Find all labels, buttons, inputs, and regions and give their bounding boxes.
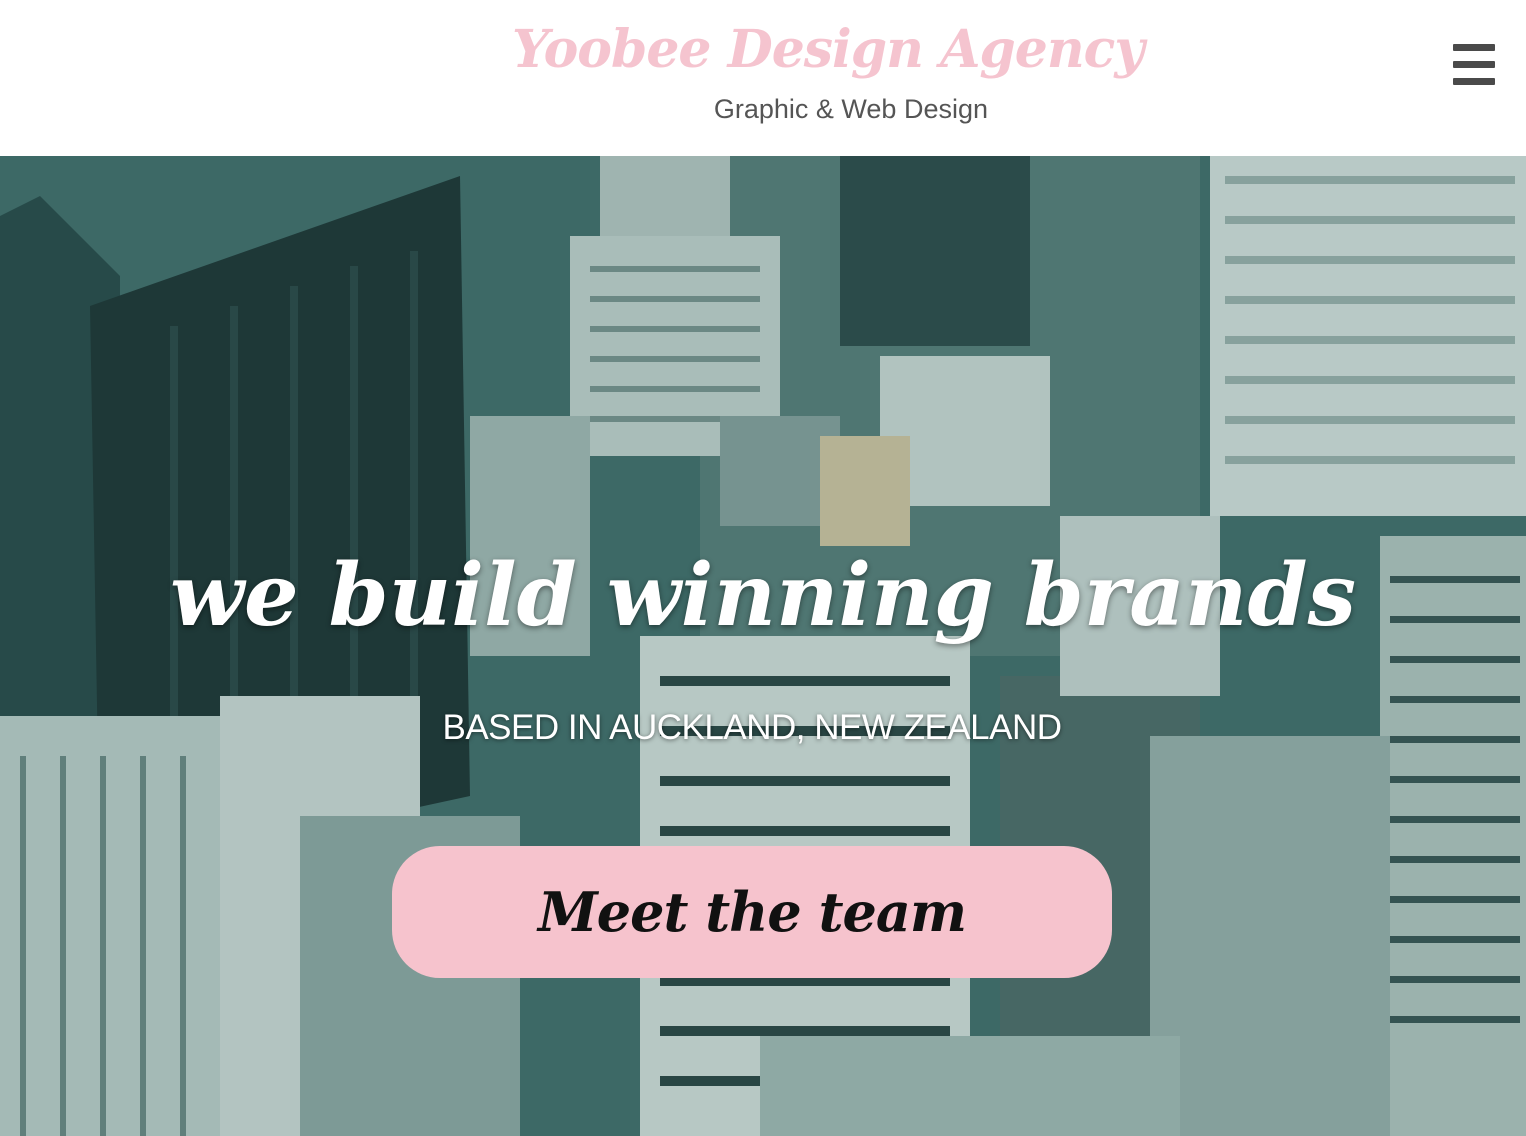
brand-name: Yoobee Design Agency [512,19,1145,80]
meet-the-team-button[interactable]: Meet the team [392,846,1112,978]
menu-bar-middle [1453,61,1495,68]
hero-subheadline: BASED IN AUCKLAND, NEW ZEALAND [442,708,1062,747]
brand-tagline: Graphic & Web Design [713,94,988,124]
hero-section: we build winning brands BASED IN AUCKLAN… [0,156,1526,1136]
menu-bar-bottom [1453,78,1495,85]
site-header: Yoobee Design Agency Graphic & Web Desig… [0,0,1526,156]
hamburger-menu-icon[interactable] [1448,40,1500,90]
cta-label: Meet the team [537,880,967,944]
brand-logo[interactable]: Yoobee Design Agency Graphic & Web Desig… [512,14,1145,144]
hero-headline: we build winning brands [169,545,1357,646]
menu-bar-top [1453,44,1495,51]
